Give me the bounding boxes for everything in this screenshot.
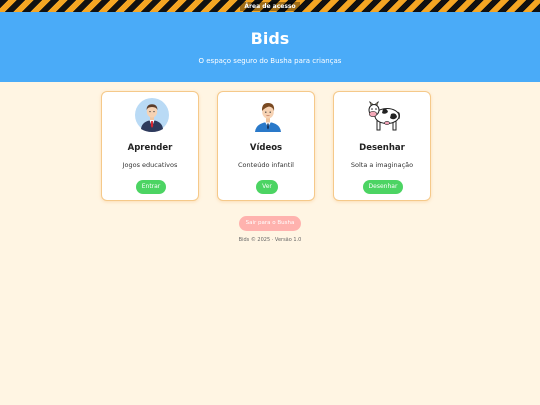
enter-button[interactable]: Entrar [136,180,166,194]
teacher-avatar-icon [135,98,169,132]
footer-text: Bids © 2025 · Versão 1.0 [238,237,302,243]
page-subtitle: O espaço seguro do Busha para crianças [198,57,342,65]
card-title: Vídeos [249,143,283,153]
card-description: Jogos educativos [122,161,178,169]
card-title: Desenhar [359,143,405,153]
watch-button[interactable]: Ver [256,180,278,194]
cow-icon [368,101,401,131]
warning-bar-text: Área de acesso [240,1,300,11]
card-desenhar: Desenhar Solta a imaginação Desenhar [333,91,431,201]
card-title: Aprender [127,143,173,153]
page-title: Bids [250,29,290,48]
boy-avatar-icon [255,103,281,132]
card-description: Conteúdo infantil [238,161,294,169]
draw-button[interactable]: Desenhar [363,180,403,194]
exit-to-busha-button[interactable]: Sair para o Busha [239,216,301,231]
card-aprender: Aprender Jogos educativos Entrar [101,91,199,201]
card-description: Solta a imaginação [350,161,414,169]
page-header: Bids O espaço seguro do Busha para crian… [0,12,540,82]
card-videos: Vídeos Conteúdo infantil Ver [217,91,315,201]
warning-stripe-bar: Área de acesso [0,0,540,12]
